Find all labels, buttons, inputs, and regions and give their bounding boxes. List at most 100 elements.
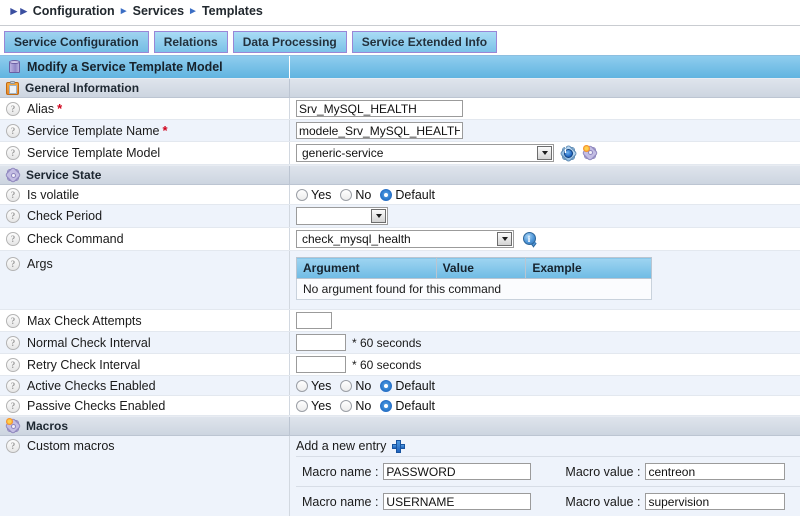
label-custom-macros: Custom macros bbox=[27, 439, 115, 453]
passive-checks-radio-no[interactable]: No bbox=[340, 399, 371, 413]
tab-relations[interactable]: Relations bbox=[154, 31, 228, 53]
macro-value-group: Macro value : bbox=[565, 493, 785, 510]
macro-name-input[interactable] bbox=[383, 493, 531, 510]
macro-value-input[interactable] bbox=[645, 493, 785, 510]
label-active-checks-enabled: Active Checks Enabled bbox=[27, 379, 156, 393]
gear-flame-icon[interactable] bbox=[583, 146, 598, 161]
radio-icon[interactable] bbox=[340, 380, 352, 392]
radio-icon-selected[interactable] bbox=[380, 189, 392, 201]
service-template-name-input[interactable] bbox=[296, 122, 463, 139]
help-icon[interactable]: ? bbox=[6, 146, 20, 160]
macro-name-label: Macro name : bbox=[302, 495, 378, 509]
macro-name-group: Macro name : bbox=[302, 493, 531, 510]
is-volatile-radio-default[interactable]: Default bbox=[380, 188, 435, 202]
retry-check-interval-input[interactable] bbox=[296, 356, 346, 373]
passive-checks-radio-default[interactable]: Default bbox=[380, 399, 435, 413]
help-icon[interactable]: ? bbox=[6, 399, 20, 413]
section-header-general-information: General Information bbox=[0, 78, 800, 98]
args-column-value: Value bbox=[436, 258, 526, 279]
tab-service-configuration[interactable]: Service Configuration bbox=[4, 31, 149, 53]
passive-checks-radio-group: Yes No Default bbox=[296, 399, 440, 413]
label-is-volatile: Is volatile bbox=[27, 188, 79, 202]
label-check-period: Check Period bbox=[27, 209, 102, 223]
help-icon[interactable]: ? bbox=[6, 314, 20, 328]
alias-input[interactable] bbox=[296, 100, 463, 117]
help-icon[interactable]: ? bbox=[6, 336, 20, 350]
field-row-alias: ? Alias * bbox=[0, 98, 800, 120]
section-header-macros: Macros bbox=[0, 416, 800, 436]
macro-value-input[interactable] bbox=[645, 463, 785, 480]
is-volatile-radio-yes[interactable]: Yes bbox=[296, 188, 331, 202]
field-row-retry-check-interval: ? Retry Check Interval * 60 seconds bbox=[0, 354, 800, 376]
active-checks-radio-group: Yes No Default bbox=[296, 379, 440, 393]
radio-icon[interactable] bbox=[340, 189, 352, 201]
radio-icon[interactable] bbox=[296, 189, 308, 201]
field-row-is-volatile: ? Is volatile Yes No Default bbox=[0, 185, 800, 205]
is-volatile-radio-group: Yes No Default bbox=[296, 188, 440, 202]
breadcrumb-item-configuration[interactable]: Configuration bbox=[33, 4, 115, 18]
macro-entry-row: Macro name : Macro value : bbox=[296, 456, 800, 486]
active-checks-radio-default[interactable]: Default bbox=[380, 379, 435, 393]
double-arrow-icon: ►► bbox=[8, 4, 28, 18]
gear-icon bbox=[6, 168, 20, 182]
help-icon[interactable]: ? bbox=[6, 188, 20, 202]
chevron-down-icon[interactable] bbox=[497, 232, 512, 246]
help-icon[interactable]: ? bbox=[6, 209, 20, 223]
passive-checks-radio-yes[interactable]: Yes bbox=[296, 399, 331, 413]
page-title: Modify a Service Template Model bbox=[27, 60, 223, 74]
chevron-down-icon[interactable] bbox=[537, 146, 552, 160]
label-passive-checks-enabled: Passive Checks Enabled bbox=[27, 399, 165, 413]
macro-name-input[interactable] bbox=[383, 463, 531, 480]
label-retry-check-interval: Retry Check Interval bbox=[27, 358, 140, 372]
gear-flame-icon bbox=[6, 419, 20, 433]
help-icon[interactable]: ? bbox=[6, 124, 20, 138]
max-check-attempts-input[interactable] bbox=[296, 312, 332, 329]
help-icon[interactable]: ? bbox=[6, 257, 20, 271]
help-icon[interactable]: ? bbox=[6, 102, 20, 116]
radio-icon[interactable] bbox=[296, 380, 308, 392]
radio-icon-selected[interactable] bbox=[380, 380, 392, 392]
info-icon[interactable]: i bbox=[522, 232, 537, 247]
add-new-entry-button[interactable]: Add a new entry bbox=[296, 436, 800, 456]
chevron-down-icon[interactable] bbox=[371, 209, 386, 223]
database-icon bbox=[8, 60, 21, 74]
label-max-check-attempts: Max Check Attempts bbox=[27, 314, 142, 328]
check-command-select[interactable]: check_mysql_health bbox=[296, 230, 514, 248]
retry-check-interval-suffix: * 60 seconds bbox=[352, 358, 421, 372]
form-panel: Modify a Service Template Model General … bbox=[0, 55, 800, 516]
section-title-general-information: General Information bbox=[25, 81, 139, 95]
custom-macros-content: Add a new entry Macro name : Macro value… bbox=[290, 436, 800, 516]
help-icon[interactable]: ? bbox=[6, 379, 20, 393]
check-period-select[interactable] bbox=[296, 207, 388, 225]
radio-icon[interactable] bbox=[296, 400, 308, 412]
breadcrumb-item-templates[interactable]: Templates bbox=[202, 4, 263, 18]
plus-icon[interactable] bbox=[392, 440, 405, 453]
page-root: ►►Configuration►Services►Templates Servi… bbox=[0, 0, 800, 530]
normal-check-interval-suffix: * 60 seconds bbox=[352, 336, 421, 350]
normal-check-interval-input[interactable] bbox=[296, 334, 346, 351]
breadcrumb-divider bbox=[0, 25, 800, 26]
info-gear-icon[interactable]: i bbox=[561, 146, 576, 161]
breadcrumb-separator-icon: ► bbox=[188, 6, 198, 17]
help-icon[interactable]: ? bbox=[6, 358, 20, 372]
args-column-example: Example bbox=[526, 258, 652, 279]
help-icon[interactable]: ? bbox=[6, 439, 20, 453]
args-table-empty-row: No argument found for this command bbox=[297, 279, 652, 300]
service-template-model-select[interactable]: generic-service bbox=[296, 144, 554, 162]
tab-service-extended-info[interactable]: Service Extended Info bbox=[352, 31, 497, 53]
panel-title-bar: Modify a Service Template Model bbox=[0, 56, 800, 78]
active-checks-radio-yes[interactable]: Yes bbox=[296, 379, 331, 393]
active-checks-radio-no[interactable]: No bbox=[340, 379, 371, 393]
tab-data-processing[interactable]: Data Processing bbox=[233, 31, 347, 53]
radio-icon-selected[interactable] bbox=[380, 400, 392, 412]
field-row-check-period: ? Check Period bbox=[0, 205, 800, 228]
label-service-template-name: Service Template Name bbox=[27, 124, 159, 138]
field-row-custom-macros: ? Custom macros Add a new entry Macro na… bbox=[0, 436, 800, 516]
macro-name-group: Macro name : bbox=[302, 463, 531, 480]
breadcrumb-item-services[interactable]: Services bbox=[133, 4, 184, 18]
field-row-active-checks-enabled: ? Active Checks Enabled Yes No Default bbox=[0, 376, 800, 396]
help-icon[interactable]: ? bbox=[6, 232, 20, 246]
radio-icon[interactable] bbox=[340, 400, 352, 412]
required-marker: * bbox=[162, 123, 167, 138]
is-volatile-radio-no[interactable]: No bbox=[340, 188, 371, 202]
